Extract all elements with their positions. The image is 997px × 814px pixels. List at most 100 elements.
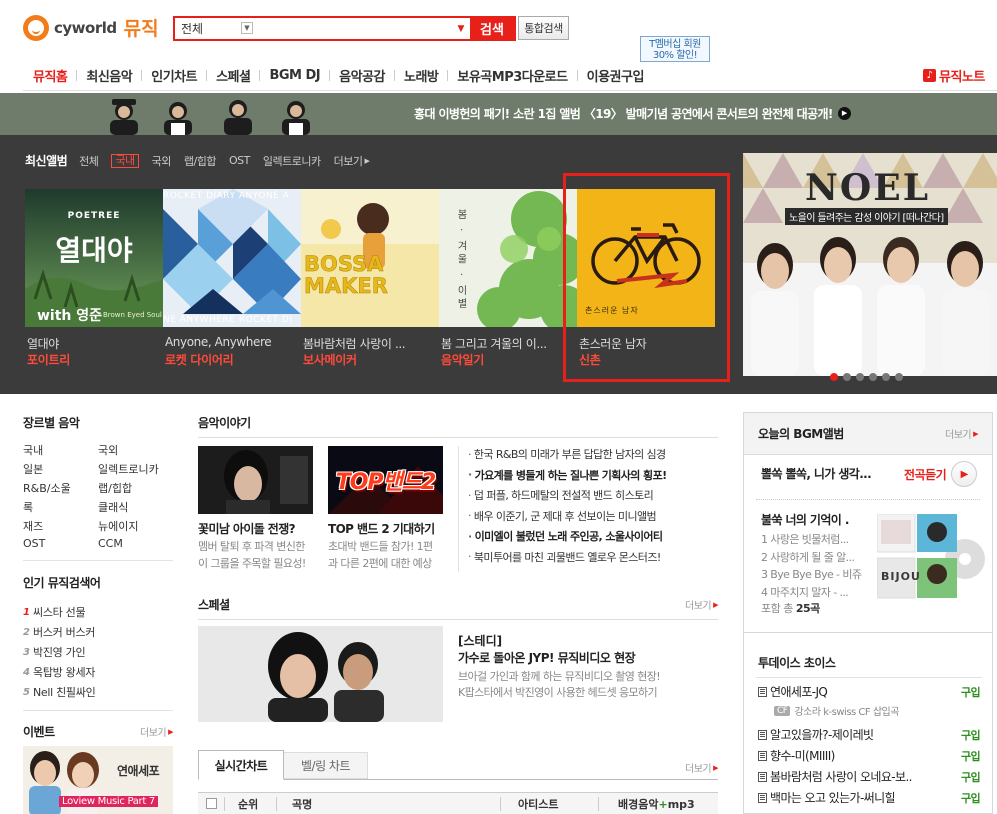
genre-link[interactable]: OST xyxy=(23,537,98,550)
tab-realtime-chart[interactable]: 실시간차트 xyxy=(198,750,284,780)
nav-mp3-download[interactable]: 보유곡MP3다운로드 xyxy=(457,66,568,85)
nav-music-home[interactable]: 뮤직홈 xyxy=(33,66,68,85)
music-note-link[interactable]: ♪ 뮤직노트 xyxy=(923,66,985,85)
genre-link[interactable]: CCM xyxy=(98,537,178,550)
tab-rap-hiphop[interactable]: 랩/힙합 xyxy=(184,153,217,169)
album-cover[interactable]: POETREE 열대야 with 영준 Brown Eyed Soul xyxy=(25,189,163,327)
special-headline[interactable]: 가수로 돌아온 JYP! 뮤직비디오 현장 xyxy=(458,649,636,666)
album-name[interactable]: 촌스러운 남자 xyxy=(579,335,713,352)
bgm-track[interactable]: 3 Bye Bye Bye - 비쥬 xyxy=(761,566,862,584)
story-headline[interactable]: 배우 이준기, 군 제대 후 선보이는 미니앨범 xyxy=(468,506,723,527)
album-cover[interactable]: 촌스러운 남자 xyxy=(577,189,715,327)
bgm-album-art[interactable]: BIJOU xyxy=(876,513,985,604)
tab-bell-ring-chart[interactable]: 벨/링 차트 xyxy=(284,752,368,779)
choice-item[interactable]: 향수-미(MIIII) 구입 xyxy=(758,747,981,764)
album-artist[interactable]: 로켓 다이어리 xyxy=(165,351,234,368)
carousel-dot[interactable] xyxy=(843,373,851,381)
genre-link[interactable]: 재즈 xyxy=(23,518,98,534)
carousel-dot[interactable] xyxy=(895,373,903,381)
story-card-title[interactable]: 꽃미남 아이돌 전쟁? xyxy=(198,520,313,537)
tmembership-badge[interactable]: T멤버십 회원 30% 할인! xyxy=(640,36,710,62)
album-name[interactable]: 봄바람처럼 사랑이 ... xyxy=(303,335,437,352)
bgm-more-link[interactable]: 더보기 ▶ xyxy=(945,426,978,442)
unified-search-button[interactable]: 통합검색 xyxy=(518,16,569,40)
genre-link[interactable]: 클래식 xyxy=(98,499,178,515)
tab-all[interactable]: 전체 xyxy=(79,153,99,169)
story-headline[interactable]: 한국 R&B의 미래가 부른 답답한 남자의 심경 xyxy=(468,444,723,465)
carousel-dot[interactable] xyxy=(856,373,864,381)
genre-link[interactable]: R&B/소울 xyxy=(23,480,98,496)
nav-buy-pass[interactable]: 이용권구입 xyxy=(587,66,645,85)
search-category-select[interactable]: 전체 ▼ xyxy=(175,18,255,39)
cyworld-music-logo[interactable]: cyworld 뮤직 xyxy=(23,14,159,41)
event-more-link[interactable]: 더보기 ▶ xyxy=(140,724,173,740)
album-name[interactable]: Anyone, Anywhere xyxy=(165,335,299,349)
nav-special[interactable]: 스페셜 xyxy=(216,66,251,85)
genre-link[interactable]: 랩/힙합 xyxy=(98,480,178,496)
genre-link[interactable]: 뉴에이지 xyxy=(98,518,178,534)
genre-link[interactable]: 일렉트로니카 xyxy=(98,461,178,477)
choice-item[interactable]: 백마는 오고 있는가-써니힐 구입 xyxy=(758,789,981,806)
choice-song[interactable]: 향수-미(MIIII) xyxy=(770,747,835,764)
story-card[interactable]: TOP밴드2 TOP 밴드 2 기대하기 초대박 밴드들 참가! 1편 과 다른… xyxy=(328,446,443,571)
buy-button[interactable]: 구입 xyxy=(961,790,981,806)
bgm-album-title[interactable]: 불쑥 너의 기억이 . xyxy=(761,511,849,528)
chart-more-link[interactable]: 더보기 ▶ xyxy=(685,760,718,776)
choice-item[interactable]: 봄바람처럼 사랑이 오네요-보.. 구입 xyxy=(758,768,981,785)
choice-song[interactable]: 봄바람처럼 사랑이 오네요-보.. xyxy=(770,768,912,785)
story-card-image[interactable] xyxy=(198,446,313,514)
nav-music-empathy[interactable]: 음악공감 xyxy=(339,66,385,85)
carousel-dot[interactable] xyxy=(869,373,877,381)
select-all-checkbox[interactable] xyxy=(206,798,217,809)
album-cover[interactable]: ROCKET DIARY ANYONE A NE ANYWHERE ROCKET… xyxy=(163,189,301,327)
popular-search-item[interactable]: 5 Nell 친필싸인 xyxy=(23,682,178,702)
special-more-link[interactable]: 더보기 ▶ xyxy=(685,597,718,613)
album-card[interactable]: ROCKET DIARY ANYONE A NE ANYWHERE ROCKET… xyxy=(163,189,301,367)
event-banner[interactable]: 연애세포 Loview Music Part 7 xyxy=(23,746,173,814)
tab-domestic[interactable]: 국내 xyxy=(111,153,139,168)
buy-button[interactable]: 구입 xyxy=(961,727,981,743)
choice-song[interactable]: 알고있을까?-제이레빗 xyxy=(770,726,874,743)
carousel-dot[interactable] xyxy=(882,373,890,381)
album-artist[interactable]: 음악일기 xyxy=(441,351,484,368)
promo-banner[interactable]: 홍대 이병헌의 패기! 소란 1집 앨범 〈19〉 발매기념 공연에서 콘서트의… xyxy=(0,93,997,135)
album-name[interactable]: 봄 그리고 겨울의 이... xyxy=(441,335,575,352)
album-artist[interactable]: 보사메이커 xyxy=(303,351,357,368)
album-name[interactable]: 열대야 xyxy=(27,335,161,352)
bgm-feature-title[interactable]: 뽈쏙 뽈쏙, 니가 생각... xyxy=(761,465,872,482)
bgm-track[interactable]: 4 마주치지 말자 - ... xyxy=(761,584,861,602)
story-headline[interactable]: 북미투어를 마친 괴물밴드 옐로우 몬스터즈! xyxy=(468,547,723,568)
nav-karaoke[interactable]: 노래방 xyxy=(404,66,439,85)
search-suggest-arrow-icon[interactable]: ▼ xyxy=(452,18,470,39)
albums-more-link[interactable]: 더보기 ▶ xyxy=(334,153,370,169)
popular-search-item[interactable]: 3 박진영 가인 xyxy=(23,642,178,662)
tab-ost[interactable]: OST xyxy=(229,154,250,167)
special-headline-tag[interactable]: [스테디] xyxy=(458,632,502,649)
buy-button[interactable]: 구입 xyxy=(961,684,981,700)
nav-bgm-dj[interactable]: BGM DJ xyxy=(269,68,320,83)
story-card[interactable]: 꽃미남 아이돌 전쟁? 멤버 탈퇴 후 파격 변신한 이 그룹을 주목할 필요성… xyxy=(198,446,313,571)
search-input[interactable] xyxy=(255,18,452,39)
story-card-image[interactable]: TOP밴드2 xyxy=(328,446,443,514)
choice-song[interactable]: 연애세포-JQ xyxy=(770,683,828,700)
buy-button[interactable]: 구입 xyxy=(961,748,981,764)
album-card[interactable]: BOSSA MAKER 봄바람처럼 사랑이 ... 보사메이커 xyxy=(301,189,439,367)
popular-search-item[interactable]: 2 버스커 버스커 xyxy=(23,622,178,642)
genre-link[interactable]: 일본 xyxy=(23,461,98,477)
story-card-title[interactable]: TOP 밴드 2 기대하기 xyxy=(328,520,443,537)
album-card[interactable]: 봄 · 겨울 · 이별 봄 그리고 겨울의 이... 음악일기 xyxy=(439,189,577,367)
special-image[interactable] xyxy=(198,626,443,722)
bgm-track[interactable]: 2 사랑하게 될 줄 알... xyxy=(761,549,861,567)
choice-item[interactable]: 알고있을까?-제이레빗 구입 xyxy=(758,726,981,743)
album-card[interactable]: POETREE 열대야 with 영준 Brown Eyed Soul 열대야 … xyxy=(25,189,163,367)
album-card[interactable]: 촌스러운 남자 촌스러운 남자 신촌 xyxy=(577,189,715,367)
genre-link[interactable]: 국내 xyxy=(23,442,98,458)
choice-song[interactable]: 백마는 오고 있는가-써니힐 xyxy=(770,789,896,806)
search-button[interactable]: 검색 xyxy=(470,18,514,39)
nav-popular-chart[interactable]: 인기차트 xyxy=(151,66,197,85)
album-artist[interactable]: 신촌 xyxy=(579,351,601,368)
tab-foreign[interactable]: 국외 xyxy=(152,153,172,169)
nav-latest-music[interactable]: 최신음악 xyxy=(86,66,132,85)
bgm-track[interactable]: 1 사랑은 빗물처럼... xyxy=(761,531,861,549)
buy-button[interactable]: 구입 xyxy=(961,769,981,785)
